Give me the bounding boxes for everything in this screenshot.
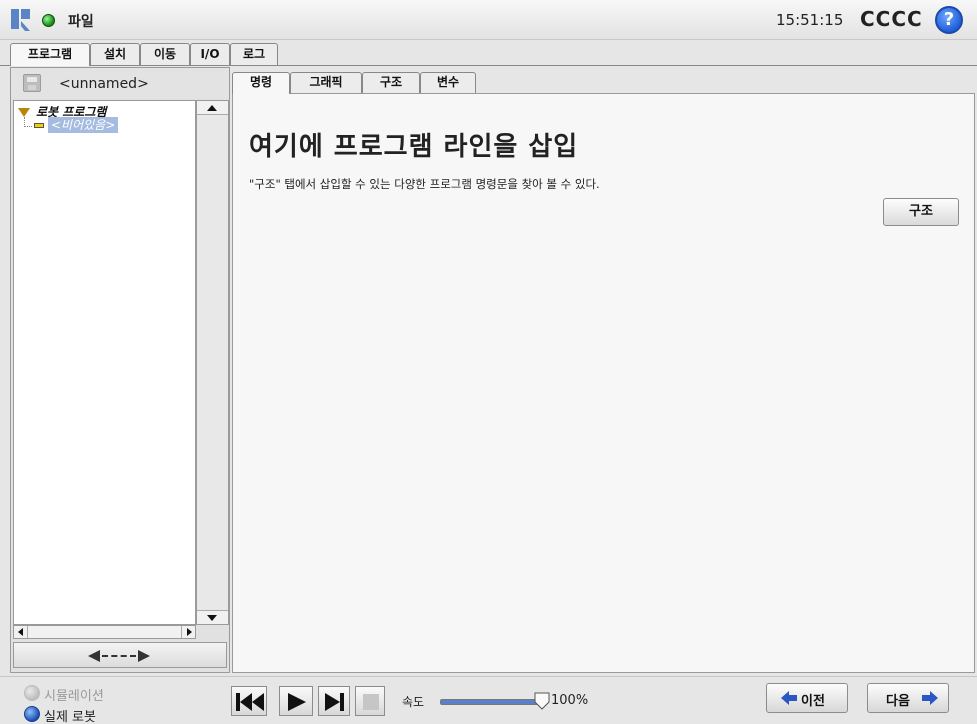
step-icon [325, 693, 344, 711]
tab-command[interactable]: 명령 [232, 72, 290, 94]
arrow-right-icon [138, 650, 150, 662]
previous-button[interactable]: 이전 [766, 683, 848, 713]
next-label: 다음 [886, 694, 910, 709]
scroll-up-icon[interactable] [197, 101, 228, 115]
simulation-radio[interactable] [24, 685, 40, 701]
command-heading: 여기에 프로그램 라인을 삽입 [249, 132, 579, 162]
expand-triangle-icon[interactable] [18, 108, 30, 117]
next-button[interactable]: 다음 [867, 683, 949, 713]
speed-slider-thumb[interactable] [534, 692, 550, 710]
step-button[interactable] [318, 686, 350, 716]
program-tree-panel: <unnamed> 로봇 프로그램 <비어있음> [10, 67, 230, 673]
stop-button[interactable] [355, 686, 385, 716]
tab-log[interactable]: 로그 [230, 43, 278, 65]
help-icon[interactable]: ? [935, 6, 963, 34]
bottom-bar: 시뮬레이션 실제 로봇 속도 100% 이전 다음 [0, 676, 977, 724]
command-panel: 여기에 프로그램 라인을 삽입 "구조" 탭에서 삽입할 수 있는 다양한 프로… [232, 93, 975, 673]
tab-variables[interactable]: 변수 [420, 72, 476, 93]
tree-child-empty[interactable]: <비어있음> [48, 117, 119, 133]
tab-move[interactable]: 이동 [140, 43, 190, 65]
arrow-left-icon [88, 650, 100, 662]
tab-program[interactable]: 프로그램 [10, 43, 90, 66]
speed-fill [441, 700, 537, 704]
tab-io[interactable]: I/O [190, 43, 230, 65]
scroll-left-icon[interactable] [14, 626, 28, 638]
arrow-left-icon [781, 691, 797, 705]
speed-value: 100% [551, 693, 589, 708]
program-file-name: <unnamed> [59, 76, 149, 92]
arrow-right-icon [922, 691, 938, 705]
scroll-down-icon[interactable] [197, 610, 228, 624]
real-robot-label: 실제 로봇 [44, 710, 96, 724]
horizontal-scrollbar[interactable] [13, 625, 196, 639]
clock: 15:51:15 [776, 11, 844, 29]
robot-name: CCCC [860, 7, 923, 31]
status-dot-icon [42, 14, 55, 27]
panel-resize-button[interactable] [13, 642, 227, 668]
floppy-icon[interactable] [23, 74, 41, 92]
program-tree[interactable]: 로봇 프로그램 <비어있음> [13, 100, 196, 625]
ur-logo-icon [11, 9, 30, 31]
file-row: <unnamed> [11, 68, 229, 98]
previous-label: 이전 [801, 694, 825, 709]
command-description: "구조" 탭에서 삽입할 수 있는 다양한 프로그램 명령문을 찾아 볼 수 있… [249, 177, 600, 191]
real-robot-radio[interactable] [24, 706, 40, 722]
empty-node-icon [34, 123, 44, 128]
tabs-divider [0, 65, 977, 66]
top-bar: 파일 15:51:15 CCCC ? [0, 0, 977, 40]
file-menu[interactable]: 파일 [68, 11, 94, 31]
speed-slider[interactable] [440, 699, 538, 705]
rewind-button[interactable] [231, 686, 267, 716]
tab-installation[interactable]: 설치 [90, 43, 140, 65]
simulation-label: 시뮬레이션 [44, 689, 104, 704]
vertical-scrollbar[interactable] [196, 100, 229, 625]
structure-button[interactable]: 구조 [883, 198, 959, 226]
play-button[interactable] [279, 686, 313, 716]
tree-connector [24, 117, 32, 127]
tab-structure[interactable]: 구조 [362, 72, 420, 93]
rewind-icon [236, 693, 264, 711]
speed-label: 속도 [402, 695, 425, 709]
dash-line [102, 655, 136, 657]
scroll-right-icon[interactable] [181, 626, 195, 638]
play-icon [288, 693, 306, 711]
tab-graphics[interactable]: 그래픽 [290, 72, 362, 93]
stop-icon [363, 694, 379, 710]
